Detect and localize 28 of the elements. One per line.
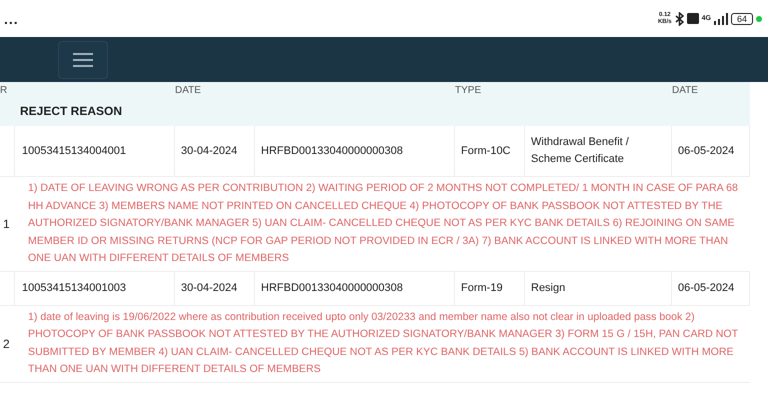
date-cell-text: 06-05-2024	[678, 280, 734, 296]
reject-reason-header: REJECT REASON	[20, 104, 122, 118]
claim-type-cell-text: Withdrawal Benefit / Scheme Certificate	[531, 135, 630, 167]
menu-button[interactable]	[58, 40, 108, 78]
menu-dots: ...	[4, 10, 19, 26]
form-cell-text: Form-19	[461, 280, 503, 296]
column-header: DATE	[672, 85, 698, 96]
column-header: R	[0, 85, 8, 96]
claim-type-cell-text: Resign	[531, 280, 566, 296]
battery-indicator: 64	[730, 12, 753, 24]
menu-icon	[73, 52, 93, 68]
column-header: TYPE	[455, 85, 482, 96]
date-cell-text: 30-04-2024	[181, 144, 238, 158]
date-cell-text: 30-04-2024	[181, 280, 238, 296]
form-cell-text: Form-10C	[461, 144, 511, 158]
reference-cell-text: HRFBD00133040000000308	[261, 144, 403, 158]
member-id-cell-text: 10053415134001003	[22, 280, 126, 296]
dot-icon	[756, 16, 762, 22]
column-header: DATE	[175, 85, 201, 96]
reject-reason-text: 1) DATE OF LEAVING WRONG AS PER CONTRIBUTION 2) WAITING PERIOD OF 2 MONTHS NOT COMPLETED/ 1 MONTH IN CASE OF PARA 68 HH ADVANCE 3) MEMBERS NAME NOT PRINTED ON CANCELLED CHEQUE 4) PHOTOCOPY OF BANK PASSBOOK NOT ATTESTED BY THE AUTHORIZED SIGNATORY/BANK MANAGER 5) UAN CLAIM- CANCELLED CHEQUE NOT AS PER KYC BANK DETAILS 6) REJOINING ON SAME MEMBER ID OR MISSING RETURNS (NCP FOR GAP PERIOD NOT PROVIDED IN ECR / 3A) 7) BANK ACCOUNT IS LINKED WITH MORE THAN ONE UAN WITH DIFFERENT DETAILS OF MEMBERS	[27, 181, 739, 266]
member-id-cell-text: 10053415134004001	[22, 144, 126, 158]
reject-reason-text: 1) date of leaving is 19/06/2022 where as contribution received upto only 03/20233 and member name also not clear in uploaded pass book 2) PHOTOCOPY OF BANK PASSBOOK NOT ATTESTED BY THE AUTHORIZED SIGNATORY/BANK MANAGER 3) FORM 15 G / 15H, PAN CARD NOT SUBMITTED BY MEMBER 4) UAN CLAIM- CANCELLED CHEQUE NOT AS PER KYC BANK DETAILS 5) BANK ACCOUNT IS LINKED WITH MORE THAN ONE UAN WITH DIFFERENT DETAILS OF MEMBERS	[27, 310, 739, 377]
row-number: 2	[2, 336, 11, 350]
date-cell-text: 06-05-2024	[678, 144, 734, 158]
bluetooth-icon	[674, 12, 684, 26]
signal-icon	[714, 12, 728, 24]
row-number: 1	[2, 216, 11, 231]
reference-cell-text: HRFBD00133040000000308	[261, 280, 403, 296]
